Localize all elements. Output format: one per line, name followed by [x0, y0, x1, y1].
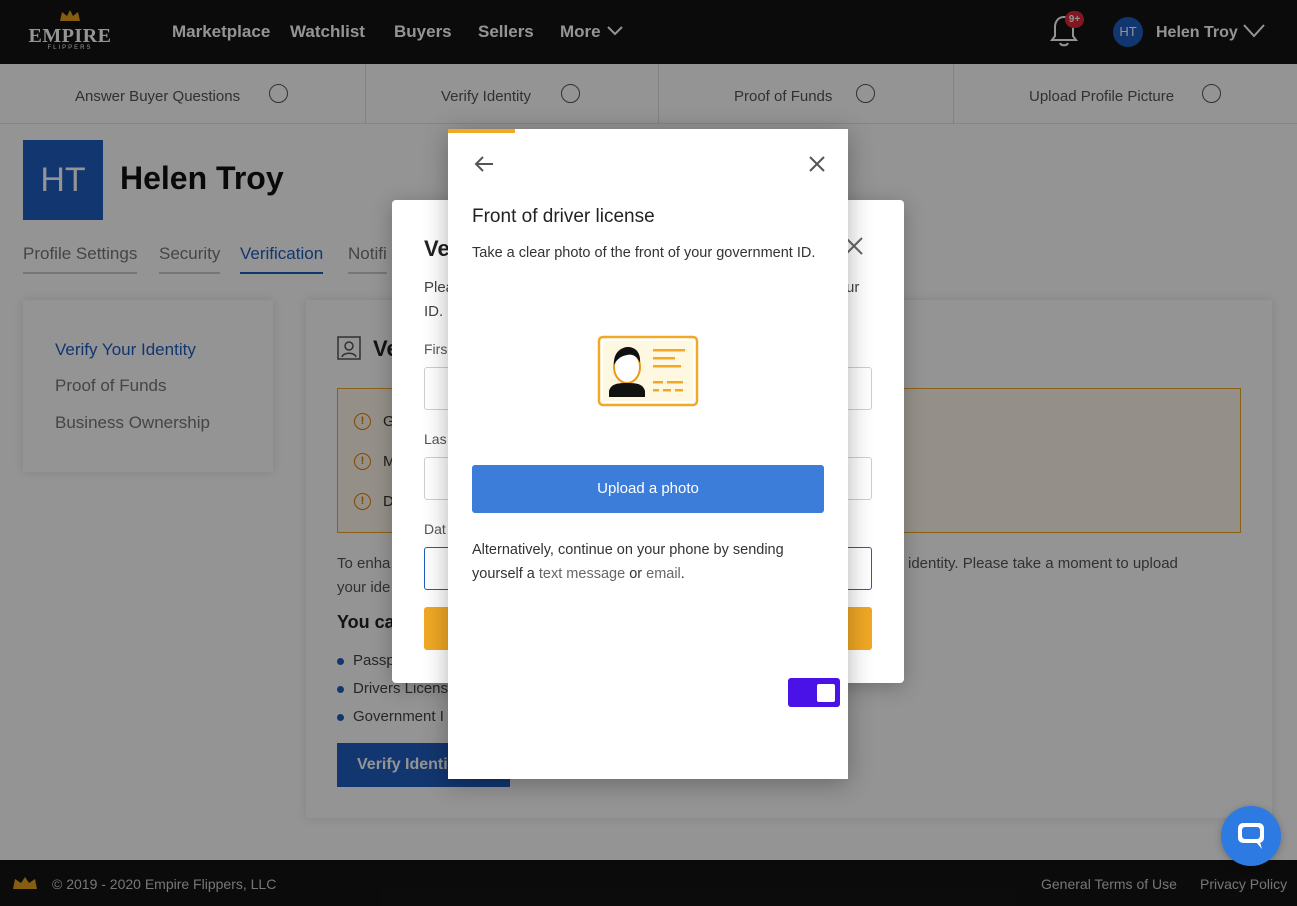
document-capture-dialog: Front of driver license Take a clear pho… [448, 129, 848, 779]
last-name-label: Las [424, 431, 447, 447]
close-icon[interactable] [808, 155, 826, 173]
text-message-link[interactable]: text message [539, 566, 625, 582]
capture-description: Take a clear photo of the front of your … [472, 245, 816, 261]
date-of-birth-label: Dat [424, 521, 446, 537]
continue-on-phone-text: Alternatively, continue on your phone by… [472, 542, 784, 582]
capture-title: Front of driver license [472, 206, 655, 227]
toggle-switch[interactable] [788, 678, 840, 707]
email-link[interactable]: email [646, 566, 681, 582]
first-name-label: Firs [424, 341, 448, 357]
chat-bubble-icon [1238, 823, 1264, 849]
id-card-illustration-icon [597, 335, 699, 407]
toggle-knob [817, 684, 835, 702]
progress-bar [448, 129, 515, 133]
upload-photo-button[interactable]: Upload a photo [472, 465, 824, 513]
back-arrow-icon[interactable] [474, 155, 494, 173]
chat-button[interactable] [1221, 806, 1281, 866]
dialog-title: Ve [424, 236, 450, 261]
